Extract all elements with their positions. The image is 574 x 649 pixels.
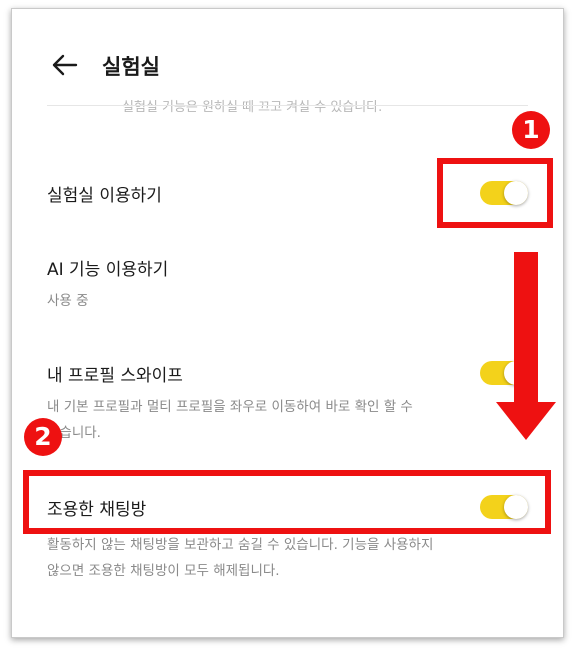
- quiet-chat-description-2: 않으면 조용한 채팅방이 모두 해제됩니다.: [47, 563, 280, 579]
- header-divider: [47, 105, 528, 106]
- down-arrow-icon: [496, 252, 556, 440]
- step-badge-1: 1: [512, 111, 550, 149]
- profile-swipe-description: 내 기본 프로필과 멀티 프로필을 좌우로 이동하여 바로 확인 할 수: [47, 399, 413, 415]
- highlight-box-quiet-chat: [23, 470, 551, 534]
- ai-feature-status: 사용 중: [47, 293, 89, 309]
- phone-screen: 실험실 실험실 기능은 원하실 때 끄고 켜실 수 있습니다. 실험실 이용하기…: [11, 8, 564, 638]
- page-title: 실험실: [102, 55, 160, 79]
- highlight-box-lab-toggle: [437, 158, 553, 228]
- step-badge-2: 2: [24, 418, 62, 456]
- profile-swipe-title: 내 프로필 스와이프: [47, 366, 183, 386]
- back-arrow-icon[interactable]: [50, 53, 78, 77]
- ai-feature-title[interactable]: AI 기능 이용하기: [47, 255, 168, 280]
- lab-usage-title: 실험실 이용하기: [47, 186, 162, 206]
- header: 실험실: [12, 9, 563, 107]
- quiet-chat-description: 활동하지 않는 채팅방을 보관하고 숨길 수 있습니다. 기능을 사용하지: [47, 537, 434, 553]
